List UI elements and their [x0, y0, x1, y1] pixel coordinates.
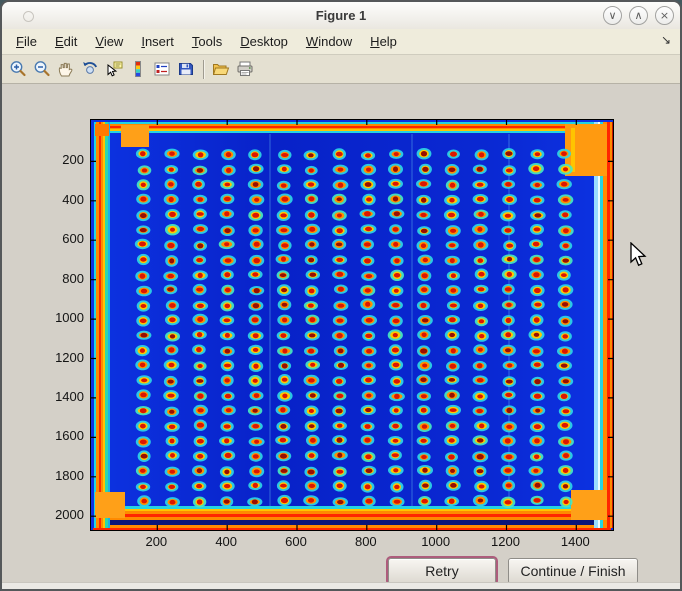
toolbar-button-open[interactable] [209, 57, 233, 81]
y-tick-label: 200 [40, 152, 84, 167]
window-controls: ∨ ∧ × [603, 6, 674, 25]
colorbar-icon [128, 59, 148, 79]
toolbar-button-data-cursor[interactable] [102, 57, 126, 81]
toolbar-button-save[interactable] [174, 57, 198, 81]
x-tick-label: 600 [268, 534, 324, 549]
menu-item-help[interactable]: Help [361, 29, 406, 54]
retry-button[interactable]: Retry [388, 558, 496, 584]
save-icon [176, 59, 196, 79]
maximize-button[interactable]: ∧ [629, 6, 648, 25]
menu-item-window[interactable]: Window [297, 29, 361, 54]
figure-window: Figure 1 ∨ ∧ × FileEditViewInsertToolsDe… [0, 0, 682, 591]
continue-finish-button[interactable]: Continue / Finish [508, 558, 638, 584]
titlebar[interactable]: Figure 1 ∨ ∧ × [2, 2, 680, 30]
toolbar-button-zoom-in[interactable] [6, 57, 30, 81]
window-title: Figure 1 [2, 2, 680, 29]
menu-item-edit[interactable]: Edit [46, 29, 86, 54]
menu-item-tools[interactable]: Tools [183, 29, 231, 54]
pan-icon [56, 59, 76, 79]
window-bottom-strip [2, 582, 680, 589]
x-tick-label: 1400 [547, 534, 603, 549]
x-tick-label: 400 [198, 534, 254, 549]
toolbar [2, 55, 680, 84]
x-tick-label: 800 [338, 534, 394, 549]
data-cursor-icon [104, 59, 124, 79]
menu-item-view[interactable]: View [86, 29, 132, 54]
y-tick-label: 1800 [40, 468, 84, 483]
heatmap-image [91, 120, 613, 530]
toolbar-button-colorbar[interactable] [126, 57, 150, 81]
toolbar-button-print[interactable] [233, 57, 257, 81]
y-tick-label: 1000 [40, 310, 84, 325]
toolbar-button-zoom-out[interactable] [30, 57, 54, 81]
menu-item-insert[interactable]: Insert [132, 29, 183, 54]
y-tick-label: 2000 [40, 507, 84, 522]
minimize-button[interactable]: ∨ [603, 6, 622, 25]
mouse-cursor [629, 242, 649, 270]
menu-overflow-icon[interactable]: ↘ [661, 33, 671, 47]
x-tick-label: 1200 [478, 534, 534, 549]
toolbar-button-rotate-3d[interactable] [78, 57, 102, 81]
y-tick-label: 1600 [40, 428, 84, 443]
legend-icon [152, 59, 172, 79]
menubar: FileEditViewInsertToolsDesktopWindowHelp… [2, 29, 680, 55]
y-tick-label: 800 [40, 271, 84, 286]
toolbar-button-legend[interactable] [150, 57, 174, 81]
zoom-out-icon [32, 59, 52, 79]
open-icon [211, 59, 231, 79]
toolbar-separator [203, 60, 204, 79]
y-tick-label: 1200 [40, 350, 84, 365]
menu-item-desktop[interactable]: Desktop [231, 29, 297, 54]
y-tick-label: 600 [40, 231, 84, 246]
figure-canvas: Retry Continue / Finish 200 400 600 800 1000… [2, 84, 680, 583]
y-tick-label: 1400 [40, 389, 84, 404]
rotate-3d-icon [80, 59, 100, 79]
print-icon [235, 59, 255, 79]
close-button[interactable]: × [655, 6, 674, 25]
y-tick-label: 400 [40, 192, 84, 207]
zoom-in-icon [8, 59, 28, 79]
menu-item-file[interactable]: File [7, 29, 46, 54]
x-tick-label: 200 [128, 534, 184, 549]
toolbar-button-pan[interactable] [54, 57, 78, 81]
figure-axes[interactable] [90, 119, 614, 531]
x-tick-label: 1000 [408, 534, 464, 549]
